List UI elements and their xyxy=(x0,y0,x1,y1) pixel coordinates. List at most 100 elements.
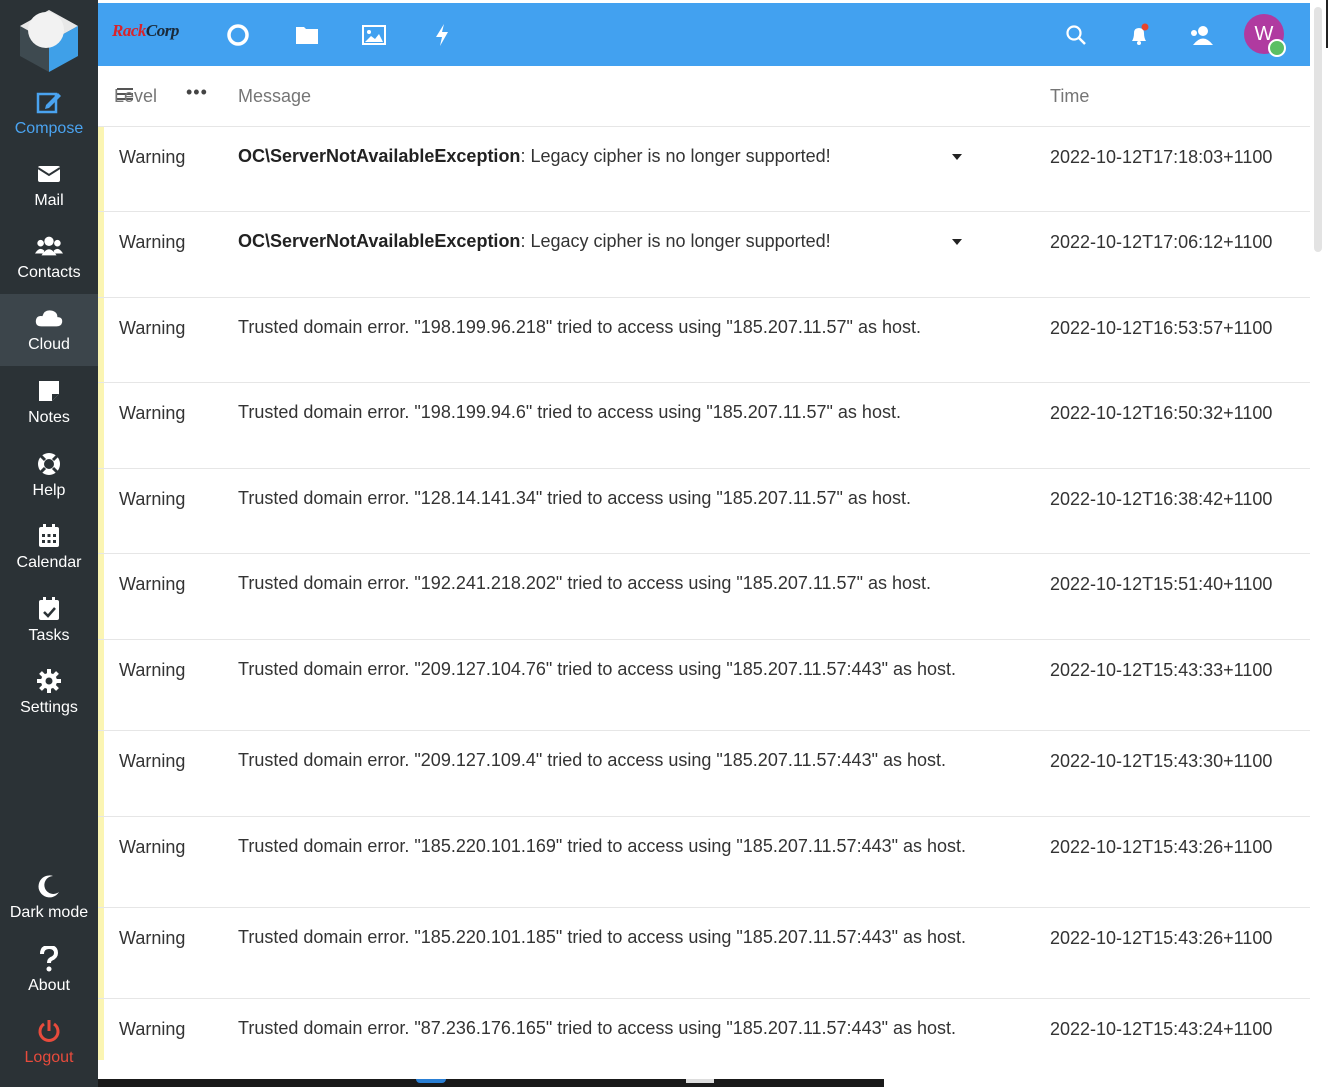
table-row[interactable]: Warning Trusted domain error. "87.236.17… xyxy=(98,999,1310,1060)
circle-icon[interactable] xyxy=(224,21,252,49)
column-header-time[interactable]: Time xyxy=(1050,86,1089,107)
online-status-indicator xyxy=(1268,39,1286,57)
vertical-scrollbar[interactable] xyxy=(1310,3,1326,1083)
table-row[interactable]: Warning Trusted domain error. "192.241.2… xyxy=(98,554,1310,640)
table-row[interactable]: Warning Trusted domain error. "185.220.1… xyxy=(98,817,1310,908)
sidebar-item-calendar[interactable]: Calendar xyxy=(0,512,98,584)
contacts-menu-icon[interactable] xyxy=(1188,21,1216,49)
calendar-icon xyxy=(35,522,63,550)
sidebar-item-mail[interactable]: Mail xyxy=(0,150,98,222)
log-time: 2022-10-12T17:18:03+1100 xyxy=(1050,147,1273,167)
lifebuoy-icon xyxy=(35,450,63,478)
log-message: Trusted domain error. "87.236.176.165" t… xyxy=(238,1018,957,1038)
sidebar-item-label: Cloud xyxy=(28,336,70,353)
log-level: Warning xyxy=(119,574,186,594)
lightning-icon[interactable] xyxy=(428,21,456,49)
log-level: Warning xyxy=(119,928,186,948)
table-header: Level ••• Message Time xyxy=(98,66,1310,127)
sidebar-item-label: Contacts xyxy=(17,264,81,281)
log-message: Trusted domain error. "128.14.141.34" tr… xyxy=(238,488,911,508)
moon-icon xyxy=(35,872,63,900)
folder-icon[interactable] xyxy=(293,21,321,49)
log-level: Warning xyxy=(119,489,186,509)
warning-stripe xyxy=(98,127,104,211)
table-row[interactable]: Warning OC\ServerNotAvailableException: … xyxy=(98,212,1310,298)
sidebar-item-settings[interactable]: Settings xyxy=(0,657,98,729)
envelope-icon xyxy=(35,160,63,188)
sidebar-item-label: Help xyxy=(32,482,66,499)
table-row[interactable]: Warning Trusted domain error. "209.127.1… xyxy=(98,640,1310,731)
warning-stripe xyxy=(98,731,104,816)
warning-stripe xyxy=(98,383,104,468)
table-row[interactable]: Warning Trusted domain error. "198.199.9… xyxy=(98,383,1310,469)
bell-icon[interactable] xyxy=(1125,21,1153,49)
more-options-icon[interactable]: ••• xyxy=(186,82,208,103)
log-time: 2022-10-12T16:53:57+1100 xyxy=(1050,318,1273,338)
sidebar-item-label: About xyxy=(28,977,70,994)
table-row[interactable]: Warning Trusted domain error. "128.14.14… xyxy=(98,469,1310,554)
note-icon xyxy=(35,377,63,405)
sidebar-item-dark-mode[interactable]: Dark mode xyxy=(0,862,98,934)
log-message: Trusted domain error. "198.199.94.6" tri… xyxy=(238,402,901,422)
warning-stripe xyxy=(98,999,104,1060)
log-time: 2022-10-12T15:43:26+1100 xyxy=(1050,837,1273,857)
image-icon[interactable] xyxy=(360,21,388,49)
log-time: 2022-10-12T15:43:26+1100 xyxy=(1050,928,1273,948)
table-row[interactable]: Warning Trusted domain error. "198.199.9… xyxy=(98,298,1310,383)
taskbar-icon[interactable] xyxy=(416,1079,446,1083)
log-time: 2022-10-12T15:43:33+1100 xyxy=(1050,660,1273,680)
cloud-icon xyxy=(35,304,63,332)
calendar-check-icon xyxy=(35,595,63,623)
taskbar-icon[interactable] xyxy=(686,1079,714,1083)
sidebar-item-tasks[interactable]: Tasks xyxy=(0,585,98,657)
sidebar-item-contacts[interactable]: Contacts xyxy=(0,222,98,294)
log-level: Warning xyxy=(119,232,186,252)
sidebar-item-compose[interactable]: Compose xyxy=(0,78,98,150)
log-time: 2022-10-12T15:43:24+1100 xyxy=(1050,1019,1273,1039)
table-row[interactable]: Warning Trusted domain error. "185.220.1… xyxy=(98,908,1310,999)
question-icon xyxy=(35,945,63,973)
sidebar-item-help[interactable]: Help xyxy=(0,440,98,512)
sidebar-item-label: Compose xyxy=(14,120,84,137)
log-message: Trusted domain error. "185.220.101.169" … xyxy=(238,836,967,856)
warning-stripe xyxy=(98,298,104,382)
log-level: Warning xyxy=(119,147,186,167)
sidebar-item-label: Calendar xyxy=(16,554,82,571)
log-message: Trusted domain error. "209.127.109.4" tr… xyxy=(238,750,947,770)
log-level: Warning xyxy=(119,318,186,338)
sidebar-item-label: Notes xyxy=(28,409,70,426)
sidebar-item-cloud[interactable]: Cloud xyxy=(0,294,98,366)
warning-stripe xyxy=(98,908,104,998)
warning-stripe xyxy=(98,469,104,553)
column-header-level[interactable]: Level xyxy=(114,86,157,107)
column-header-message[interactable]: Message xyxy=(238,86,311,107)
sidebar-item-label: Mail xyxy=(34,192,64,209)
expand-caret-icon[interactable] xyxy=(952,239,962,245)
expand-caret-icon[interactable] xyxy=(952,154,962,160)
log-time: 2022-10-12T16:38:42+1100 xyxy=(1050,489,1273,509)
brand-logo[interactable]: RackCorp xyxy=(112,21,179,41)
log-time: 2022-10-12T15:51:40+1100 xyxy=(1050,574,1273,594)
table-row[interactable]: Warning Trusted domain error. "209.127.1… xyxy=(98,731,1310,817)
log-time: 2022-10-12T15:43:30+1100 xyxy=(1050,751,1273,771)
log-level: Warning xyxy=(119,660,186,680)
table-row[interactable]: Warning OC\ServerNotAvailableException: … xyxy=(98,127,1310,212)
sidebar-item-logout[interactable]: Logout xyxy=(0,1007,98,1079)
log-message: OC\ServerNotAvailableException: Legacy c… xyxy=(238,231,831,251)
log-level: Warning xyxy=(119,837,186,857)
log-message: Trusted domain error. "209.127.104.76" t… xyxy=(238,659,957,679)
search-icon[interactable] xyxy=(1062,21,1090,49)
warning-stripe xyxy=(98,212,104,297)
sidebar-item-about[interactable]: About xyxy=(0,935,98,1007)
log-table: Level ••• Message Time Warning OC\Server… xyxy=(98,66,1310,1060)
log-time: 2022-10-12T16:50:32+1100 xyxy=(1050,403,1273,423)
scrollbar-thumb[interactable] xyxy=(1314,7,1322,252)
app-logo[interactable] xyxy=(12,6,86,74)
taskbar-strip xyxy=(98,1079,884,1087)
warning-stripe xyxy=(98,817,104,907)
sidebar-item-notes[interactable]: Notes xyxy=(0,367,98,439)
power-icon xyxy=(35,1017,63,1045)
sidebar-item-label: Dark mode xyxy=(9,904,89,921)
warning-stripe xyxy=(98,640,104,730)
sidebar: Compose Mail Contacts Cloud Notes Help C… xyxy=(0,0,98,1087)
